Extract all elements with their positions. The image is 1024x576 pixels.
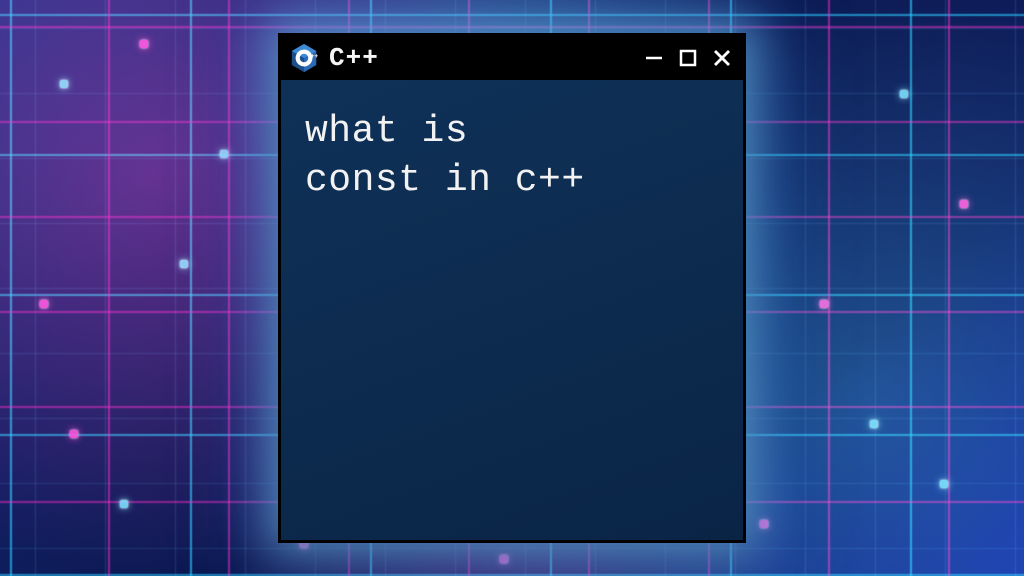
window-title: C++ [329,43,633,73]
titlebar[interactable]: + + C++ [281,36,743,80]
terminal-text: what is const in c++ [305,108,719,205]
minimize-button[interactable] [643,47,665,69]
window-controls [643,47,733,69]
terminal-content-area[interactable]: what is const in c++ [281,80,743,540]
terminal-window: + + C++ what is const in c++ [278,33,746,543]
close-button[interactable] [711,47,733,69]
cpp-icon: + + [289,43,319,73]
maximize-button[interactable] [677,47,699,69]
svg-text:+: + [314,53,318,60]
